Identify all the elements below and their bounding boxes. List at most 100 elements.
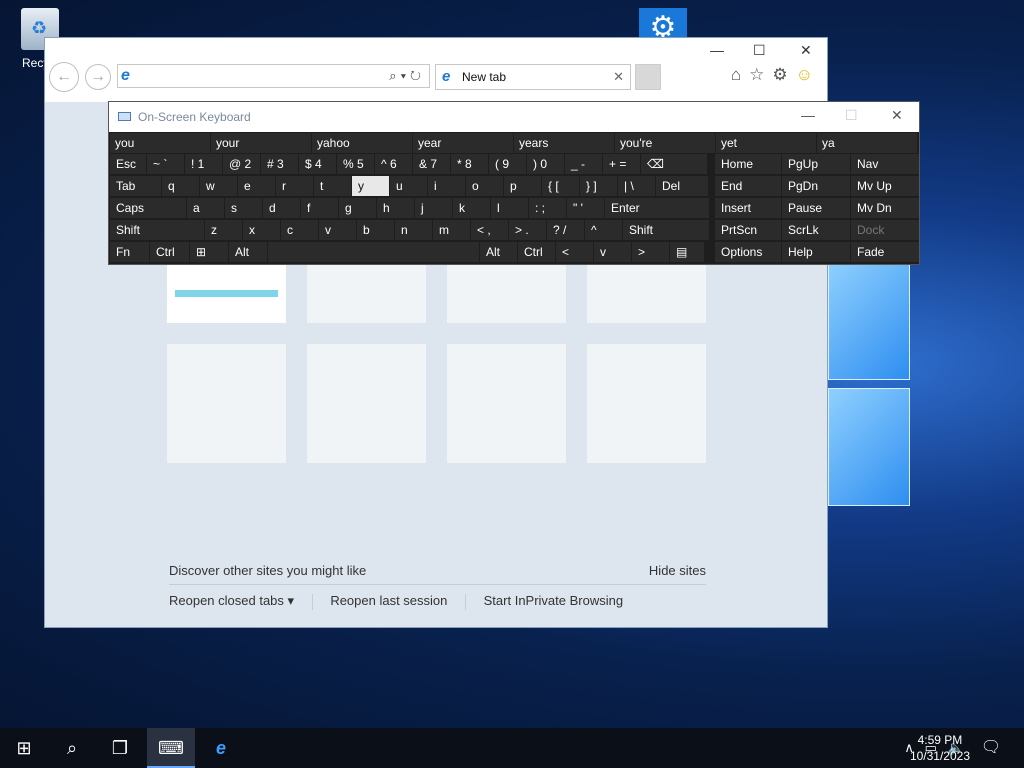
key-row2-5[interactable]: t xyxy=(314,176,351,196)
key-row3-3[interactable]: d xyxy=(263,198,300,218)
site-tile[interactable] xyxy=(307,258,426,323)
key-row5-0[interactable]: Fn xyxy=(110,242,149,262)
key-row2-13[interactable]: | \ xyxy=(618,176,655,196)
key-row1-0[interactable]: Esc xyxy=(110,154,146,174)
key-row1-1[interactable]: ~ ` xyxy=(147,154,184,174)
key-row1-8[interactable]: & 7 xyxy=(413,154,450,174)
minimize-button[interactable]: — xyxy=(710,42,724,58)
key-row1-2[interactable]: ! 1 xyxy=(185,154,222,174)
site-tile[interactable] xyxy=(167,258,286,323)
key-row4-0[interactable]: Shift xyxy=(110,220,204,240)
inprivate-link[interactable]: Start InPrivate Browsing xyxy=(484,593,623,608)
gear-icon[interactable]: ⚙ xyxy=(639,8,687,38)
key-nav-4-1[interactable]: Help xyxy=(782,242,850,262)
site-tile[interactable] xyxy=(447,258,566,323)
site-tile[interactable] xyxy=(167,344,286,463)
key-row4-8[interactable]: < , xyxy=(471,220,508,240)
osk-minimize-button[interactable]: — xyxy=(801,107,815,123)
key-row2-6[interactable]: y xyxy=(352,176,389,196)
key-row5-2[interactable]: ⊞ xyxy=(190,242,228,262)
address-bar[interactable]: e ⌕▾↻ xyxy=(117,64,430,88)
key-row4-10[interactable]: ? / xyxy=(547,220,584,240)
key-row1-4[interactable]: # 3 xyxy=(261,154,298,174)
key-row4-2[interactable]: x xyxy=(243,220,280,240)
key-row4-7[interactable]: m xyxy=(433,220,470,240)
key-row4-12[interactable]: Shift xyxy=(623,220,709,240)
key-row2-11[interactable]: { [ xyxy=(542,176,579,196)
key-nav-0-2[interactable]: Nav xyxy=(851,154,919,174)
key-row3-2[interactable]: s xyxy=(225,198,262,218)
key-nav-3-1[interactable]: ScrLk xyxy=(782,220,850,240)
key-nav-4-2[interactable]: Fade xyxy=(851,242,919,262)
site-tile[interactable] xyxy=(587,344,706,463)
key-row5-1[interactable]: Ctrl xyxy=(150,242,189,262)
maximize-button[interactable]: ☐ xyxy=(753,42,766,59)
key-nav-2-2[interactable]: Mv Dn xyxy=(851,198,919,218)
back-button[interactable]: ← xyxy=(49,62,79,92)
clock[interactable]: 4:59 PM 10/31/2023 xyxy=(910,732,970,764)
osk-taskbar-icon[interactable]: ⌨ xyxy=(147,728,195,768)
key-row3-8[interactable]: k xyxy=(453,198,490,218)
key-row3-7[interactable]: j xyxy=(415,198,452,218)
key-row3-6[interactable]: h xyxy=(377,198,414,218)
key-row5-3[interactable]: Alt xyxy=(229,242,267,262)
key-row2-0[interactable]: Tab xyxy=(110,176,161,196)
key-row5-9[interactable]: > xyxy=(632,242,669,262)
key-row4-11[interactable]: ^ xyxy=(585,220,622,240)
tab-new[interactable]: e New tab ✕ xyxy=(435,64,631,90)
start-button[interactable]: ⊞ xyxy=(0,728,48,768)
key-nav-0-1[interactable]: PgUp xyxy=(782,154,850,174)
key-row2-9[interactable]: o xyxy=(466,176,503,196)
key-row2-4[interactable]: r xyxy=(276,176,313,196)
key-row3-1[interactable]: a xyxy=(187,198,224,218)
key-row2-3[interactable]: e xyxy=(238,176,275,196)
key-row2-2[interactable]: w xyxy=(200,176,237,196)
key-row5-5[interactable]: Alt xyxy=(480,242,517,262)
key-row3-4[interactable]: f xyxy=(301,198,338,218)
key-row1-12[interactable]: _ - xyxy=(565,154,602,174)
key-row1-9[interactable]: * 8 xyxy=(451,154,488,174)
key-nav-0-0[interactable]: Home xyxy=(715,154,781,174)
key-row2-7[interactable]: u xyxy=(390,176,427,196)
home-icon[interactable]: ⌂ xyxy=(731,65,749,84)
key-nav-1-1[interactable]: PgDn xyxy=(782,176,850,196)
site-tile[interactable] xyxy=(307,344,426,463)
key-row5-6[interactable]: Ctrl xyxy=(518,242,555,262)
key-row1-7[interactable]: ^ 6 xyxy=(375,154,412,174)
site-tile[interactable] xyxy=(447,344,566,463)
key-nav-3-0[interactable]: PrtScn xyxy=(715,220,781,240)
key-row5-4[interactable] xyxy=(268,242,479,262)
key-row1-3[interactable]: @ 2 xyxy=(223,154,260,174)
key-row5-7[interactable]: < xyxy=(556,242,593,262)
suggestion-4[interactable]: years xyxy=(514,133,614,153)
notifications-icon[interactable]: 🗨 xyxy=(968,728,1014,768)
key-row2-14[interactable]: Del xyxy=(656,176,708,196)
key-row1-5[interactable]: $ 4 xyxy=(299,154,336,174)
suggestion-0[interactable]: you xyxy=(110,133,210,153)
key-row4-3[interactable]: c xyxy=(281,220,318,240)
key-row1-6[interactable]: % 5 xyxy=(337,154,374,174)
key-nav-2-0[interactable]: Insert xyxy=(715,198,781,218)
search-icon[interactable]: ⌕ xyxy=(48,728,96,768)
key-nav-1-0[interactable]: End xyxy=(715,176,781,196)
key-nav-4-0[interactable]: Options xyxy=(715,242,781,262)
key-row4-6[interactable]: n xyxy=(395,220,432,240)
site-tile[interactable] xyxy=(587,258,706,323)
key-row4-4[interactable]: v xyxy=(319,220,356,240)
close-button[interactable]: ✕ xyxy=(800,42,812,59)
key-row1-14[interactable]: ⌫ xyxy=(641,154,707,174)
key-row3-5[interactable]: g xyxy=(339,198,376,218)
task-view-icon[interactable]: ❐ xyxy=(96,728,144,768)
reopen-closed-tabs-link[interactable]: Reopen closed tabs ▾ xyxy=(169,593,294,609)
key-row2-1[interactable]: q xyxy=(162,176,199,196)
feedback-icon[interactable]: ☺ xyxy=(796,65,821,84)
key-row5-8[interactable]: v xyxy=(594,242,631,262)
key-row4-5[interactable]: b xyxy=(357,220,394,240)
key-row2-10[interactable]: p xyxy=(504,176,541,196)
suggestion-7[interactable]: ya xyxy=(817,133,917,153)
suggestion-2[interactable]: yahoo xyxy=(312,133,412,153)
key-row1-10[interactable]: ( 9 xyxy=(489,154,526,174)
suggestion-6[interactable]: yet xyxy=(716,133,816,153)
key-row4-9[interactable]: > . xyxy=(509,220,546,240)
suggestion-5[interactable]: you're xyxy=(615,133,715,153)
